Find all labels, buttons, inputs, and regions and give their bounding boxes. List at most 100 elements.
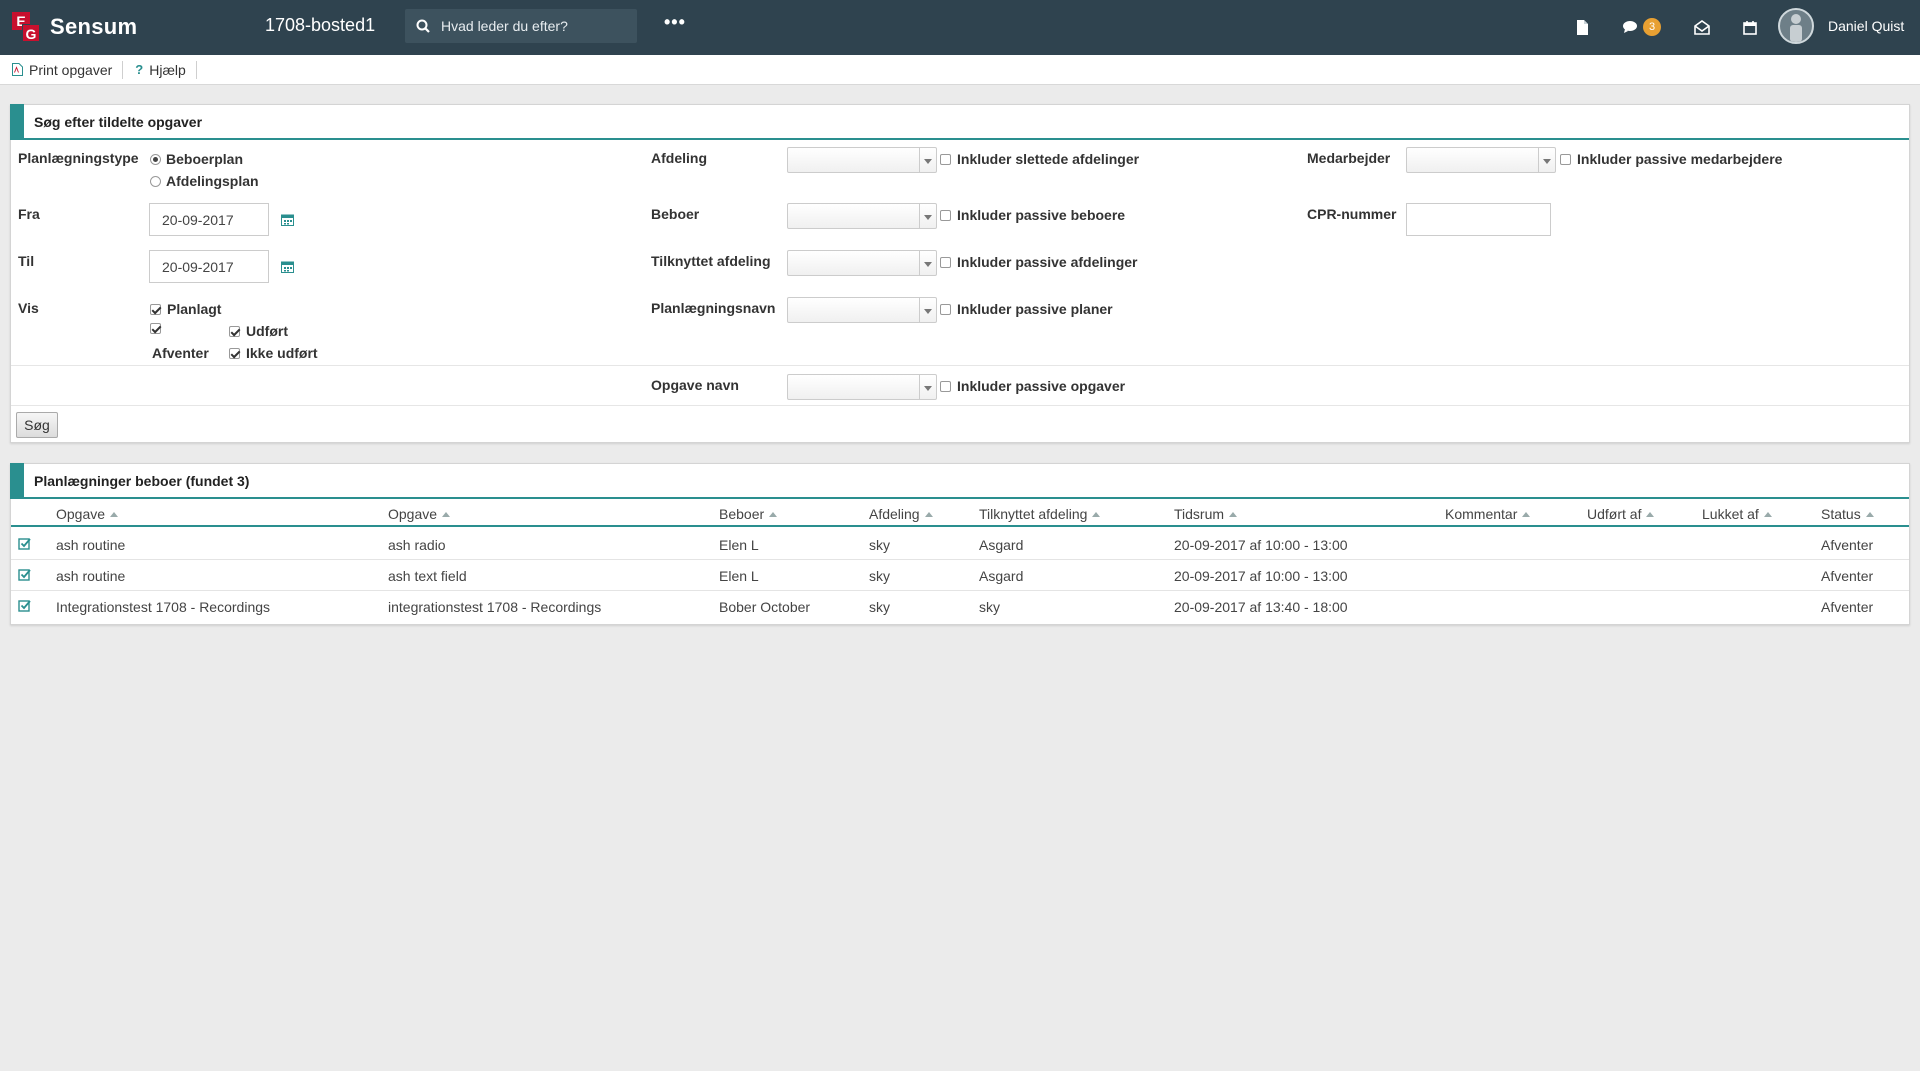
cell-time-span: 20-09-2017 af 10:00 - 13:00	[1174, 537, 1348, 553]
checkbox-checked[interactable]	[229, 325, 240, 337]
cell-attached-department: Asgard	[979, 568, 1024, 584]
checkbox-unchecked[interactable]	[940, 153, 951, 165]
search-panel-title: Søg efter tildelte opgaver	[34, 113, 203, 130]
chevron-down-icon	[919, 148, 936, 172]
column-header-task[interactable]: Opgave	[388, 506, 451, 522]
cell-department: sky	[869, 537, 890, 553]
checkbox-checked[interactable]	[229, 347, 240, 359]
global-search[interactable]	[405, 9, 637, 43]
cell-status: Afventer	[1821, 537, 1874, 553]
column-header-closed-by[interactable]: Lukket af	[1702, 506, 1772, 522]
edit-check-icon[interactable]	[18, 537, 32, 551]
table-row[interactable]: ash routine ash radio Elen L sky Asgard …	[11, 529, 1909, 560]
department-select[interactable]	[787, 147, 937, 173]
show-planlagt-checkbox[interactable]: Planlagt	[150, 301, 221, 317]
cpr-label: CPR-nummer	[1307, 206, 1397, 222]
show-ikke-udfort-checkbox[interactable]: Ikke udført	[229, 345, 318, 361]
radio-unselected[interactable]	[150, 175, 161, 187]
show-udfort-checkbox[interactable]: Udført	[229, 323, 288, 339]
from-date-input[interactable]	[149, 203, 269, 236]
print-tasks-label: Print opgaver	[29, 61, 113, 78]
column-header-label: Kommentar	[1445, 506, 1518, 522]
task-name-select[interactable]	[787, 374, 937, 400]
table-header: Opgave Opgave Beboer Afdeling Tilknyttet…	[11, 501, 1909, 527]
more-menu-button[interactable]: •••	[664, 12, 686, 33]
checkbox-unchecked[interactable]	[940, 256, 951, 268]
column-header-label: Udført af	[1587, 506, 1642, 522]
envelope-open-icon[interactable]	[1692, 17, 1712, 37]
edit-check-icon[interactable]	[18, 599, 32, 613]
search-button[interactable]: Søg	[16, 412, 58, 438]
include-passive-employees-checkbox[interactable]: Inkluder passive medarbejdere	[1560, 151, 1782, 167]
logo-letter-g: G	[22, 24, 40, 42]
cpr-input[interactable]	[1406, 203, 1551, 236]
column-header-department[interactable]: Afdeling	[869, 506, 933, 522]
plan-type-beboerplan-radio[interactable]: Beboerplan	[150, 151, 243, 167]
radio-selected[interactable]	[150, 153, 161, 165]
help-button[interactable]: ? Hjælp	[123, 60, 197, 79]
brand[interactable]: E G Sensum	[12, 10, 137, 44]
checkbox-unchecked[interactable]	[940, 380, 951, 392]
plan-name-select[interactable]	[787, 297, 937, 323]
checkbox-label: Inkluder passive medarbejdere	[1577, 151, 1783, 167]
include-passive-plans-checkbox[interactable]: Inkluder passive planer	[940, 301, 1113, 317]
chat-icon[interactable]	[1620, 17, 1640, 37]
sort-asc-icon	[1092, 511, 1101, 517]
column-header-label: Status	[1821, 506, 1861, 522]
column-header-label: Opgave	[388, 506, 438, 522]
to-date-input[interactable]	[149, 250, 269, 283]
attached-department-label: Tilknyttet afdeling	[651, 253, 771, 269]
column-header-label: Opgave	[56, 506, 106, 522]
chevron-down-icon	[1538, 148, 1555, 172]
chevron-down-icon	[919, 298, 936, 322]
checkbox-unchecked[interactable]	[1560, 153, 1571, 165]
checkbox-checked[interactable]	[150, 303, 161, 315]
site-name[interactable]: 1708-bosted1	[265, 15, 375, 36]
include-passive-tasks-checkbox[interactable]: Inkluder passive opgaver	[940, 378, 1125, 394]
search-input[interactable]	[441, 18, 626, 34]
checkbox-unchecked[interactable]	[940, 209, 951, 221]
help-label: Hjælp	[149, 61, 186, 78]
column-header-task-routine[interactable]: Opgave	[56, 506, 119, 522]
column-header-attached-department[interactable]: Tilknyttet afdeling	[979, 506, 1101, 522]
edit-check-icon[interactable]	[18, 568, 32, 582]
checkbox-label: Inkluder slettede afdelinger	[957, 151, 1140, 167]
include-passive-residents-checkbox[interactable]: Inkluder passive beboere	[940, 207, 1125, 223]
print-tasks-button[interactable]: Print opgaver	[0, 60, 124, 79]
form-divider	[11, 365, 1909, 366]
include-deleted-departments-checkbox[interactable]: Inkluder slettede afdelinger	[940, 151, 1139, 167]
checkbox-label: Inkluder passive planer	[957, 301, 1113, 317]
to-label: Til	[18, 253, 35, 269]
from-calendar-icon[interactable]	[281, 213, 295, 227]
cell-department: sky	[869, 599, 890, 615]
user-name[interactable]: Daniel Quist	[1828, 18, 1904, 34]
cell-time-span: 20-09-2017 af 13:40 - 18:00	[1174, 599, 1348, 615]
calendar-icon[interactable]	[1740, 17, 1760, 37]
from-label: Fra	[18, 206, 40, 222]
sort-asc-icon	[1522, 511, 1531, 517]
plan-type-afdelingsplan-radio[interactable]: Afdelingsplan	[150, 173, 259, 189]
top-navbar: E G Sensum 1708-bosted1 ••• 3 Daniel Qui…	[0, 0, 1920, 55]
table-row[interactable]: ash routine ash text field Elen L sky As…	[11, 560, 1909, 591]
to-calendar-icon[interactable]	[281, 260, 295, 274]
include-passive-departments-checkbox[interactable]: Inkluder passive afdelinger	[940, 254, 1138, 270]
checkbox-checked[interactable]	[150, 323, 161, 334]
employee-select[interactable]	[1406, 147, 1556, 173]
checkbox-unchecked[interactable]	[940, 303, 951, 315]
attached-department-select[interactable]	[787, 250, 937, 276]
table-row[interactable]: Integrationstest 1708 - Recordings integ…	[11, 591, 1909, 622]
cell-task-routine: ash routine	[56, 537, 126, 553]
checkbox-label: Inkluder passive afdelinger	[957, 254, 1138, 270]
search-panel: Søg efter tildelte opgaver Planlægningst…	[10, 104, 1910, 443]
column-header-comment[interactable]: Kommentar	[1445, 506, 1531, 522]
resident-select[interactable]	[787, 203, 937, 229]
column-header-resident[interactable]: Beboer	[719, 506, 778, 522]
column-header-status[interactable]: Status	[1821, 506, 1874, 522]
cell-attached-department: Asgard	[979, 537, 1024, 553]
avatar[interactable]	[1778, 8, 1814, 44]
show-afventer-checkbox[interactable]	[150, 323, 167, 334]
column-header-completed-by[interactable]: Udført af	[1587, 506, 1655, 522]
column-header-time-span[interactable]: Tidsrum	[1174, 506, 1238, 522]
cell-department: sky	[869, 568, 890, 584]
document-icon[interactable]	[1572, 17, 1592, 37]
